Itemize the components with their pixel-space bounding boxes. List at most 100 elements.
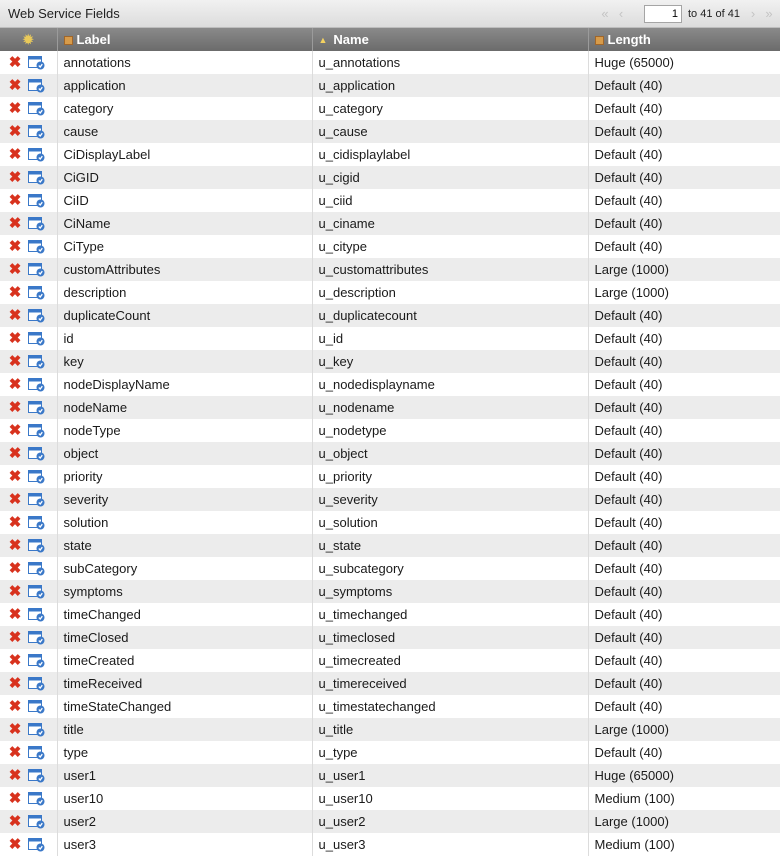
delete-icon[interactable]: ✖ [8,330,22,347]
edit-record-icon[interactable] [28,837,45,852]
edit-record-icon[interactable] [28,492,45,507]
edit-record-icon[interactable] [28,124,45,139]
cell-label[interactable]: CiType [57,235,313,258]
cell-label[interactable]: nodeDisplayName [57,373,313,396]
cell-label[interactable]: customAttributes [57,258,313,281]
cell-label[interactable]: subCategory [57,557,313,580]
last-page-icon[interactable]: » [762,5,776,23]
delete-icon[interactable]: ✖ [8,123,22,140]
edit-record-icon[interactable] [28,630,45,645]
next-page-icon[interactable]: › [746,5,760,23]
table-row[interactable]: ✖ CiType u_citype Default (40) [0,235,780,258]
cell-label[interactable]: severity [57,488,313,511]
cell-label[interactable]: solution [57,511,313,534]
cell-label[interactable]: timeChanged [57,603,313,626]
cell-label[interactable]: symptoms [57,580,313,603]
cell-label[interactable]: cause [57,120,313,143]
delete-icon[interactable]: ✖ [8,491,22,508]
table-row[interactable]: ✖ user1 u_user1 Huge (65000) [0,764,780,787]
gear-icon[interactable]: ✹ [23,32,34,47]
delete-icon[interactable]: ✖ [8,192,22,209]
edit-record-icon[interactable] [28,400,45,415]
edit-record-icon[interactable] [28,354,45,369]
cell-label[interactable]: title [57,718,313,741]
delete-icon[interactable]: ✖ [8,698,22,715]
table-row[interactable]: ✖ timeCreated u_timecreated Default (40) [0,649,780,672]
delete-icon[interactable]: ✖ [8,629,22,646]
table-row[interactable]: ✖ nodeType u_nodetype Default (40) [0,419,780,442]
delete-icon[interactable]: ✖ [8,238,22,255]
delete-icon[interactable]: ✖ [8,146,22,163]
table-row[interactable]: ✖ CiID u_ciid Default (40) [0,189,780,212]
edit-record-icon[interactable] [28,515,45,530]
delete-icon[interactable]: ✖ [8,399,22,416]
delete-icon[interactable]: ✖ [8,606,22,623]
edit-record-icon[interactable] [28,239,45,254]
table-row[interactable]: ✖ object u_object Default (40) [0,442,780,465]
cell-label[interactable]: key [57,350,313,373]
delete-icon[interactable]: ✖ [8,422,22,439]
edit-record-icon[interactable] [28,55,45,70]
cell-label[interactable]: description [57,281,313,304]
edit-record-icon[interactable] [28,584,45,599]
delete-icon[interactable]: ✖ [8,77,22,94]
edit-record-icon[interactable] [28,377,45,392]
cell-label[interactable]: CiDisplayLabel [57,143,313,166]
table-row[interactable]: ✖ symptoms u_symptoms Default (40) [0,580,780,603]
cell-label[interactable]: id [57,327,313,350]
delete-icon[interactable]: ✖ [8,560,22,577]
table-row[interactable]: ✖ CiDisplayLabel u_cidisplaylabel Defaul… [0,143,780,166]
cell-label[interactable]: category [57,97,313,120]
delete-icon[interactable]: ✖ [8,652,22,669]
delete-icon[interactable]: ✖ [8,215,22,232]
edit-record-icon[interactable] [28,147,45,162]
delete-icon[interactable]: ✖ [8,169,22,186]
table-row[interactable]: ✖ priority u_priority Default (40) [0,465,780,488]
edit-record-icon[interactable] [28,308,45,323]
cell-label[interactable]: nodeType [57,419,313,442]
edit-record-icon[interactable] [28,676,45,691]
edit-record-icon[interactable] [28,722,45,737]
edit-record-icon[interactable] [28,561,45,576]
cell-label[interactable]: duplicateCount [57,304,313,327]
table-row[interactable]: ✖ CiGID u_cigid Default (40) [0,166,780,189]
column-header-length[interactable]: Length [588,28,780,51]
table-row[interactable]: ✖ id u_id Default (40) [0,327,780,350]
delete-icon[interactable]: ✖ [8,675,22,692]
cell-label[interactable]: timeReceived [57,672,313,695]
table-row[interactable]: ✖ type u_type Default (40) [0,741,780,764]
edit-record-icon[interactable] [28,331,45,346]
cell-label[interactable]: nodeName [57,396,313,419]
edit-record-icon[interactable] [28,446,45,461]
first-page-icon[interactable]: « [598,5,612,23]
column-header-label[interactable]: Label [57,28,313,51]
table-row[interactable]: ✖ timeStateChanged u_timestatechanged De… [0,695,780,718]
table-row[interactable]: ✖ state u_state Default (40) [0,534,780,557]
cell-label[interactable]: user1 [57,764,313,787]
delete-icon[interactable]: ✖ [8,261,22,278]
delete-icon[interactable]: ✖ [8,767,22,784]
edit-record-icon[interactable] [28,653,45,668]
delete-icon[interactable]: ✖ [8,813,22,830]
delete-icon[interactable]: ✖ [8,284,22,301]
delete-icon[interactable]: ✖ [8,514,22,531]
edit-record-icon[interactable] [28,745,45,760]
cell-label[interactable]: user10 [57,787,313,810]
table-row[interactable]: ✖ key u_key Default (40) [0,350,780,373]
delete-icon[interactable]: ✖ [8,744,22,761]
delete-icon[interactable]: ✖ [8,445,22,462]
delete-icon[interactable]: ✖ [8,100,22,117]
table-row[interactable]: ✖ nodeName u_nodename Default (40) [0,396,780,419]
edit-record-icon[interactable] [28,814,45,829]
table-row[interactable]: ✖ title u_title Large (1000) [0,718,780,741]
cell-label[interactable]: timeStateChanged [57,695,313,718]
edit-record-icon[interactable] [28,607,45,622]
edit-record-icon[interactable] [28,791,45,806]
cell-label[interactable]: type [57,741,313,764]
table-row[interactable]: ✖ cause u_cause Default (40) [0,120,780,143]
cell-label[interactable]: user2 [57,810,313,833]
delete-icon[interactable]: ✖ [8,468,22,485]
delete-icon[interactable]: ✖ [8,54,22,71]
previous-page-icon[interactable]: ‹ [614,5,628,23]
table-row[interactable]: ✖ severity u_severity Default (40) [0,488,780,511]
